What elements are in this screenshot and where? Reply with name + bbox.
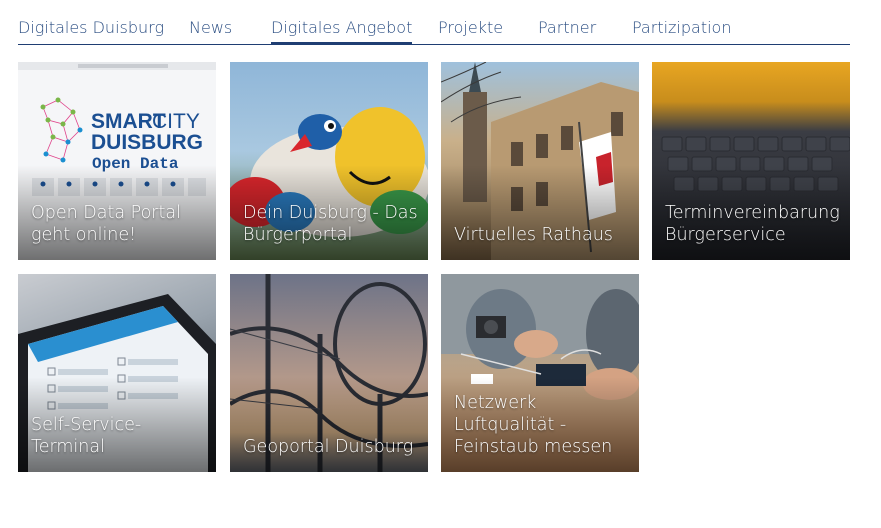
nav-item-partizipation[interactable]: Partizipation: [632, 18, 731, 37]
tile-label: Terminvereinbarung Bürgerservice: [665, 203, 840, 245]
logo-city: CITY: [152, 110, 200, 133]
nav-item-partner[interactable]: Partner: [538, 18, 596, 37]
tile-netzwerk-luftqualitaet[interactable]: Netzwerk Luftqualität - Feinstaub messen: [441, 274, 639, 472]
nav-item-news[interactable]: News: [189, 18, 232, 37]
tile-label: Self-Service-Terminal: [31, 415, 142, 457]
tile-label: Netzwerk Luftqualität - Feinstaub messen: [454, 393, 613, 457]
nav-item-digitales-angebot[interactable]: Digitales Angebot: [271, 18, 413, 44]
tile-self-service-terminal[interactable]: Self-Service-Terminal: [18, 274, 216, 472]
tile-virtuelles-rathaus[interactable]: Virtuelles Rathaus: [441, 62, 639, 260]
tile-open-data-portal[interactable]: SMART CITY DUISBURG Open Data Open Data …: [18, 62, 216, 260]
tile-geoportal[interactable]: Geoportal Duisburg: [230, 274, 428, 472]
tile-dein-duisburg[interactable]: Dein Duisburg - Das Bürgerportal: [230, 62, 428, 260]
nav-item-digitales-duisburg[interactable]: Digitales Duisburg: [18, 18, 164, 37]
tile-label: Geoportal Duisburg: [243, 437, 414, 457]
nav-item-projekte[interactable]: Projekte: [438, 18, 503, 37]
logo-duisburg: DUISBURG: [91, 131, 203, 154]
tile-label: Dein Duisburg - Das Bürgerportal: [243, 203, 418, 245]
tile-terminvereinbarung[interactable]: Terminvereinbarung Bürgerservice: [652, 62, 850, 260]
main-navigation: Digitales Duisburg News Digitales Angebo…: [18, 0, 850, 45]
tile-label: Open Data Portal geht online!: [31, 203, 181, 245]
tile-label: Virtuelles Rathaus: [454, 225, 613, 245]
